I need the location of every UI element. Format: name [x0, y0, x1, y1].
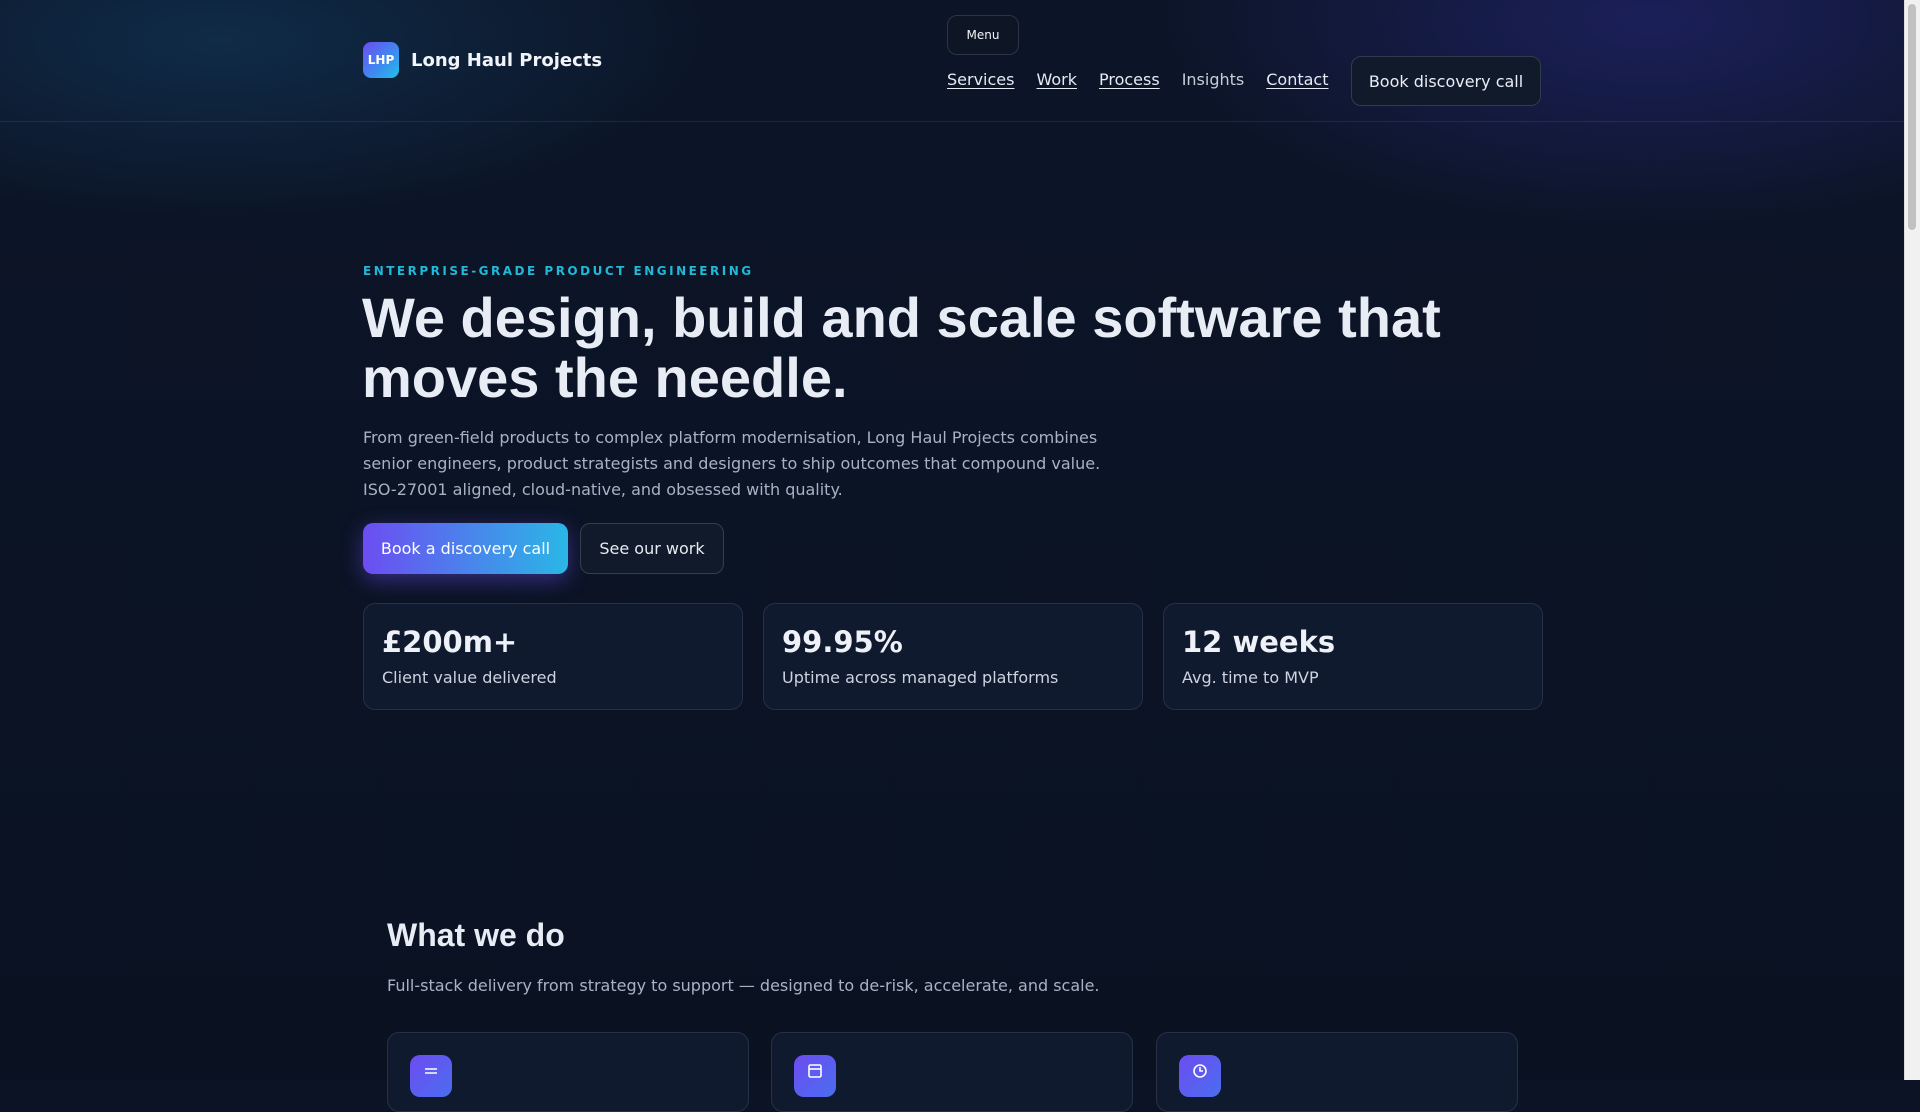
brand-name: Long Haul Projects [411, 49, 603, 71]
stat-label: Avg. time to MVP [1182, 668, 1319, 687]
page-scrollbar[interactable] [1904, 0, 1920, 1080]
service-card[interactable] [1156, 1032, 1518, 1112]
services-section-title: What we do [387, 917, 565, 953]
stat-value: 12 weeks [1182, 625, 1336, 659]
see-our-work-button[interactable]: See our work [580, 523, 724, 574]
brand[interactable]: LHP Long Haul Projects [363, 42, 602, 78]
clock-icon [1179, 1055, 1221, 1097]
stat-card-client-value: £200m+ Client value delivered [363, 603, 743, 710]
panel-icon [794, 1055, 836, 1097]
brand-logo-icon: LHP [363, 42, 399, 78]
nav-link-process[interactable]: Process [1099, 70, 1160, 89]
main-nav: Services Work Process Insights Contact [947, 70, 1350, 89]
services-section-subtitle: Full-stack delivery from strategy to sup… [387, 976, 1100, 995]
stat-value: 99.95% [782, 625, 903, 659]
stat-card-uptime: 99.95% Uptime across managed platforms [763, 603, 1143, 710]
stat-label: Uptime across managed platforms [782, 668, 1059, 687]
book-a-discovery-call-button[interactable]: Book a discovery call [363, 523, 568, 574]
hero-subtitle: From green-field products to complex pla… [363, 428, 1101, 499]
nav-link-services[interactable]: Services [947, 70, 1014, 89]
page-background [0, 0, 1920, 1080]
nav-link-contact[interactable]: Contact [1266, 70, 1328, 89]
list-icon [410, 1055, 452, 1097]
stat-card-time-to-mvp: 12 weeks Avg. time to MVP [1163, 603, 1543, 710]
hero-eyebrow: ENTERPRISE-GRADE PRODUCT ENGINEERING [363, 264, 754, 278]
stat-label: Client value delivered [382, 668, 557, 687]
hero-title: We design, build and scale software that… [362, 286, 1441, 409]
stat-value: £200m+ [382, 625, 518, 659]
nav-link-insights[interactable]: Insights [1182, 70, 1245, 89]
service-card[interactable] [771, 1032, 1133, 1112]
scrollbar-thumb[interactable] [1908, 4, 1916, 230]
nav-link-work[interactable]: Work [1036, 70, 1077, 89]
top-navigation-bar: LHP Long Haul Projects Menu Services Wor… [0, 0, 1905, 122]
menu-button[interactable]: Menu [947, 15, 1019, 55]
service-card[interactable] [387, 1032, 749, 1112]
book-discovery-call-button[interactable]: Book discovery call [1351, 56, 1541, 106]
